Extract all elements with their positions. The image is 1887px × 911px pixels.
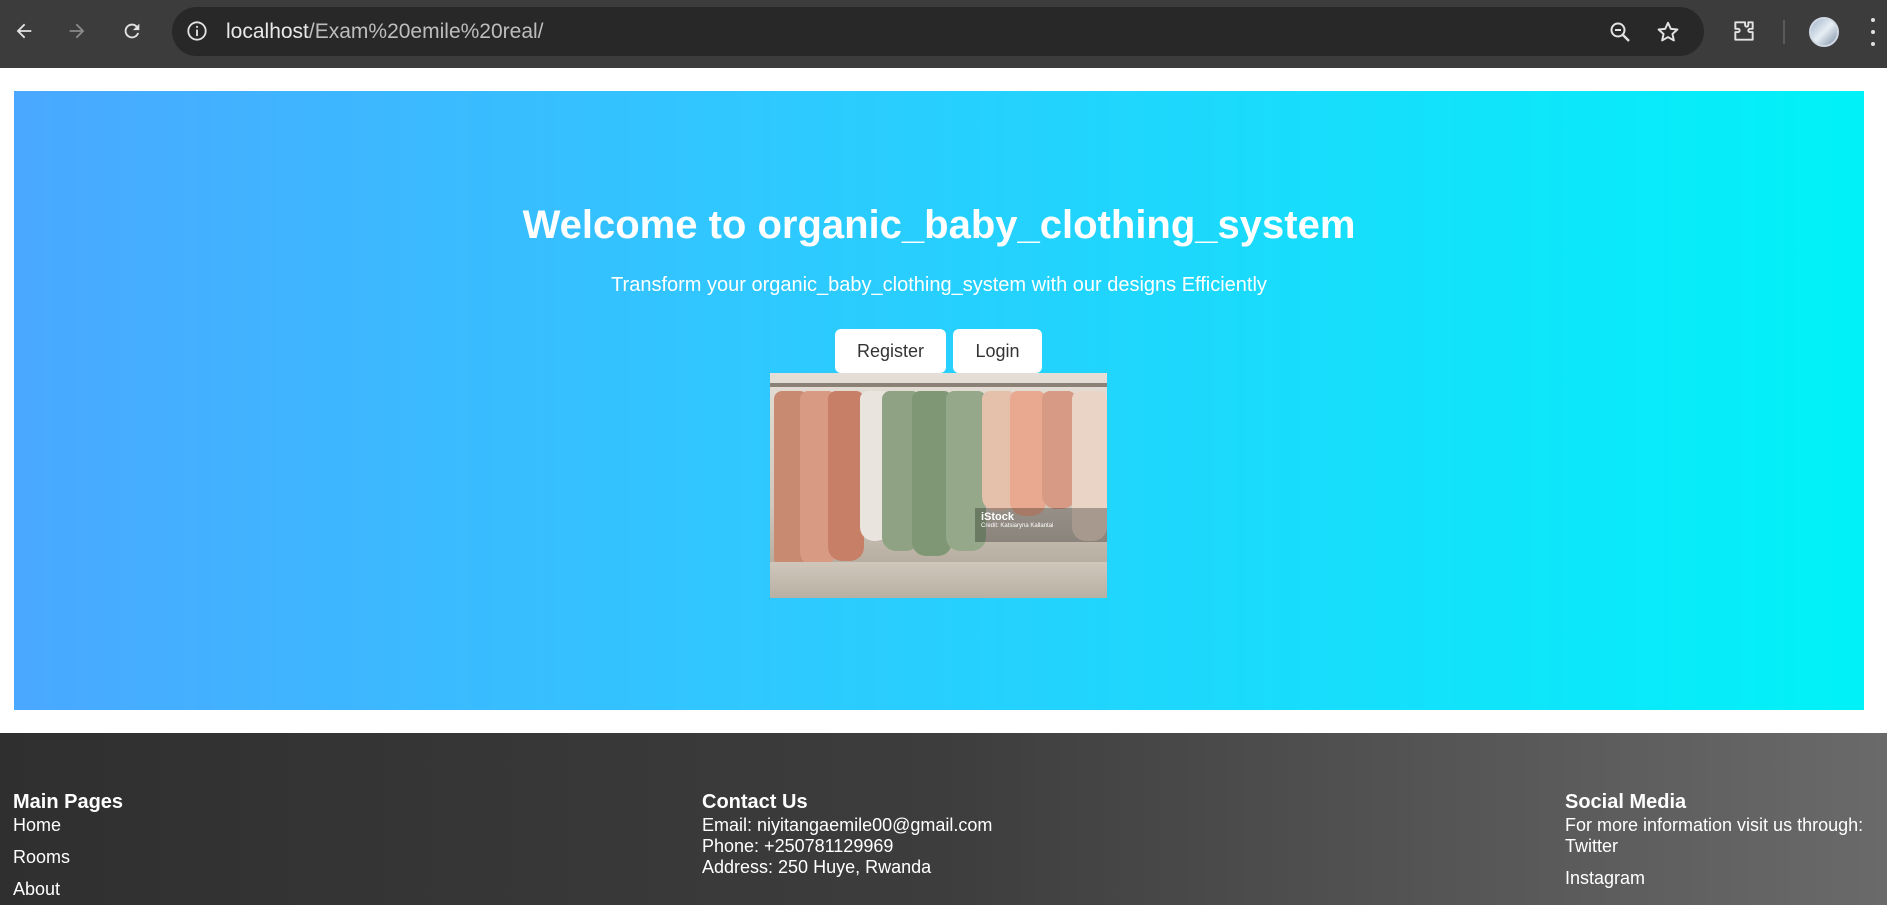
contact-address: Address: 250 Huye, Rwanda xyxy=(702,857,932,877)
contact-email: Email: niyitangaemile00@gmail.com xyxy=(702,815,993,835)
footer-social-title: Social Media xyxy=(1565,791,1687,813)
info-icon xyxy=(187,21,207,41)
browser-toolbar: localhost/Exam%20emile%20real/ xyxy=(0,0,1887,68)
profile-avatar[interactable] xyxy=(1809,17,1839,47)
forward-icon xyxy=(69,23,85,39)
footer-contact-title: Contact Us xyxy=(702,791,808,813)
reload-icon xyxy=(124,23,140,39)
site-info-button[interactable] xyxy=(184,18,210,44)
toolbar-divider xyxy=(1783,20,1785,44)
back-button[interactable] xyxy=(7,14,41,48)
hero-subtitle: Transform your organic_baby_clothing_sys… xyxy=(611,274,1267,296)
watermark-credit: Credit: Katsiaryna Kallantai xyxy=(981,523,1054,529)
url-host: localhost xyxy=(226,20,309,43)
social-link-twitter[interactable]: Twitter xyxy=(1565,836,1863,857)
zoom-icon xyxy=(1610,22,1630,42)
url-path: /Exam%20emile%20real/ xyxy=(308,20,544,43)
hero-title: Welcome to organic_baby_clothing_system xyxy=(522,203,1356,247)
footer-main-pages-title: Main Pages xyxy=(13,791,124,813)
footer-link-home[interactable]: Home xyxy=(13,815,123,836)
footer-main-pages: Main Pages Home Rooms About xyxy=(13,791,123,911)
watermark-brand: iStock xyxy=(981,511,1015,523)
bookmark-button[interactable] xyxy=(1654,18,1682,46)
register-button[interactable]: Register xyxy=(835,329,946,373)
star-icon xyxy=(1657,21,1679,42)
login-button[interactable]: Login xyxy=(953,329,1042,373)
social-intro: For more information visit us through: xyxy=(1565,815,1864,835)
footer-link-about[interactable]: About xyxy=(13,879,123,900)
site-footer: Main Pages Home Rooms About Contact Us E… xyxy=(0,733,1887,905)
hero-image: iStock Credit: Katsiaryna Kallantai xyxy=(770,373,1107,598)
extensions-button[interactable] xyxy=(1729,16,1759,46)
zoom-button[interactable] xyxy=(1606,18,1634,46)
hero-section: Welcome to organic_baby_clothing_system … xyxy=(14,91,1864,710)
address-bar[interactable]: localhost/Exam%20emile%20real/ xyxy=(172,7,1704,56)
footer-contact: Contact Us Email: niyitangaemile00@gmail… xyxy=(702,791,992,878)
footer-link-rooms[interactable]: Rooms xyxy=(13,847,123,868)
forward-button[interactable] xyxy=(60,14,94,48)
menu-icon[interactable] xyxy=(1868,18,1878,46)
social-link-instagram[interactable]: Instagram xyxy=(1565,868,1863,889)
reload-button[interactable] xyxy=(115,14,149,48)
contact-phone: Phone: +250781129969 xyxy=(702,836,894,856)
back-icon xyxy=(16,23,32,39)
image-watermark: iStock Credit: Katsiaryna Kallantai xyxy=(975,508,1107,542)
url-text[interactable]: localhost/Exam%20emile%20real/ xyxy=(226,20,544,44)
extensions-icon xyxy=(1734,21,1754,41)
footer-social: Social Media For more information visit … xyxy=(1565,791,1863,889)
